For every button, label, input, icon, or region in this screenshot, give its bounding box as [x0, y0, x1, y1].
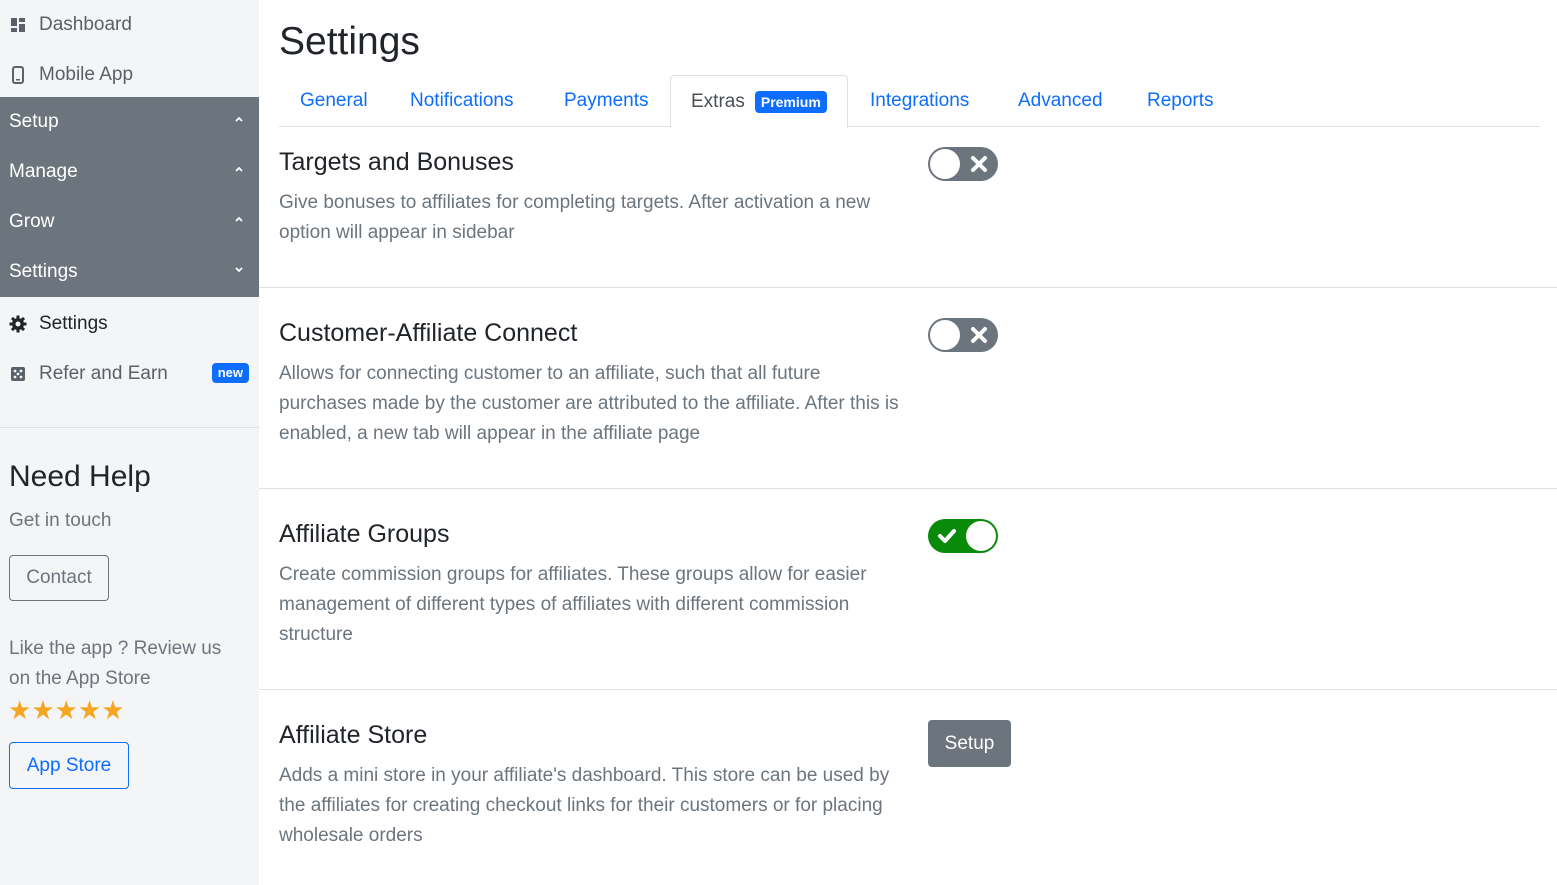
feature-title: Targets and Bonuses	[279, 148, 514, 176]
sidebar-item-label: Refer and Earn	[39, 363, 168, 384]
customer-affiliate-connect-toggle[interactable]	[928, 318, 998, 352]
dice-icon	[9, 365, 27, 383]
tab-payments[interactable]: Payments	[564, 75, 648, 127]
page-title: Settings	[279, 20, 420, 63]
help-subtitle: Get in touch	[9, 510, 112, 531]
feature-title: Customer-Affiliate Connect	[279, 319, 578, 347]
feature-description: Give bonuses to affiliates for completin…	[279, 192, 871, 243]
sidebar-item-label: Mobile App	[39, 64, 134, 85]
tab-notifications[interactable]: Notifications	[410, 75, 514, 127]
sidebar-item-label: Manage	[9, 161, 78, 182]
help-title: Need Help	[9, 460, 151, 493]
tab-reports[interactable]: Reports	[1147, 75, 1214, 127]
sidebar-item-label: Dashboard	[39, 14, 132, 35]
chevron-up-icon	[235, 216, 243, 222]
contact-button[interactable]: Contact	[9, 555, 109, 601]
sidebar-item-settings-group[interactable]: Settings	[0, 247, 259, 297]
mobile-icon	[9, 66, 27, 84]
sidebar-item-label: Setup	[9, 111, 59, 132]
tab-general[interactable]: General	[300, 75, 368, 127]
sidebar-item-label: Settings	[9, 261, 78, 282]
chevron-up-icon	[235, 166, 243, 172]
x-icon	[971, 156, 987, 172]
sidebar-divider	[0, 427, 259, 428]
sidebar-item-label: Settings	[39, 313, 108, 334]
section-divider	[259, 689, 1557, 690]
x-icon	[971, 327, 987, 343]
sidebar-item-mobile-app[interactable]: Mobile App	[0, 50, 259, 100]
new-badge: new	[211, 363, 249, 383]
chevron-down-icon	[235, 267, 243, 273]
tab-advanced[interactable]: Advanced	[1018, 75, 1103, 127]
sidebar: Dashboard Mobile App Setup Manage Grow S…	[0, 0, 259, 885]
sidebar-item-label: Grow	[9, 211, 55, 232]
app-store-button[interactable]: App Store	[9, 742, 129, 789]
toggle-knob	[966, 521, 996, 551]
feature-title: Affiliate Store	[279, 721, 428, 749]
chevron-up-icon	[235, 116, 243, 122]
sidebar-item-grow[interactable]: Grow	[0, 197, 259, 247]
review-prompt: Like the app ? Review us on the App Stor…	[9, 638, 222, 689]
check-icon	[938, 529, 956, 543]
settings-tabs: General Notifications Payments Extras Pr…	[279, 75, 1540, 128]
dashboard-icon	[9, 16, 27, 34]
affiliate-groups-toggle[interactable]	[928, 519, 998, 553]
sidebar-item-manage[interactable]: Manage	[0, 147, 259, 197]
sidebar-item-setup[interactable]: Setup	[0, 97, 259, 147]
feature-description: Adds a mini store in your affiliate's da…	[279, 765, 890, 846]
tab-extras[interactable]: Extras Premium	[670, 75, 848, 128]
feature-description: Allows for connecting customer to an aff…	[279, 363, 899, 444]
gear-icon	[9, 315, 27, 333]
section-divider	[259, 488, 1557, 489]
feature-title: Affiliate Groups	[279, 520, 450, 548]
feature-description: Create commission groups for affiliates.…	[279, 564, 867, 645]
targets-bonuses-toggle[interactable]	[928, 147, 998, 181]
sidebar-item-refer-and-earn[interactable]: Refer and Earn new	[0, 349, 259, 399]
premium-badge: Premium	[754, 90, 827, 113]
rating-stars: ★★★★★	[8, 695, 125, 725]
sidebar-item-dashboard[interactable]: Dashboard	[0, 0, 259, 50]
toggle-knob	[930, 320, 960, 350]
tab-integrations[interactable]: Integrations	[870, 75, 969, 127]
tab-label: Extras	[691, 90, 745, 112]
toggle-knob	[930, 149, 960, 179]
sidebar-item-settings[interactable]: Settings	[0, 299, 259, 349]
affiliate-store-setup-button[interactable]: Setup	[928, 720, 1011, 767]
section-divider	[259, 287, 1557, 288]
